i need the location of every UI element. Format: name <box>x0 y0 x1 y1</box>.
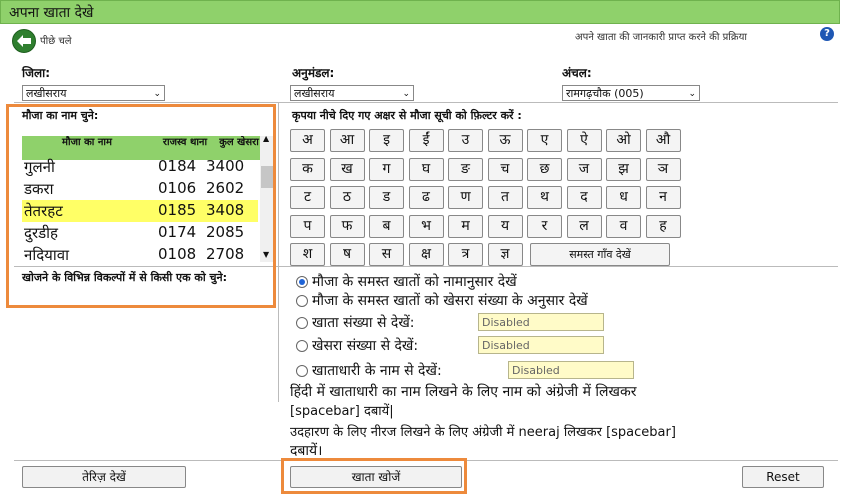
letter-key[interactable]: छ <box>527 157 562 181</box>
highlight-box <box>281 458 467 494</box>
back-link[interactable]: पीछे चले <box>40 33 72 47</box>
letter-key[interactable]: ब <box>369 214 404 238</box>
letter-key[interactable]: ऐ <box>566 129 602 152</box>
filter-heading: कृपया नीचे दिए गए अक्षर से मौजा सूची को … <box>292 109 522 122</box>
letter-key[interactable]: च <box>487 157 523 181</box>
option-label: मौजा के समस्त खातों को नामानुसार देखें <box>312 274 517 290</box>
letter-key[interactable]: ल <box>566 214 602 238</box>
back-arrow-icon[interactable] <box>12 29 36 53</box>
letter-key[interactable]: य <box>487 214 523 238</box>
all-villages-button[interactable]: समस्त गाँव देखें <box>530 243 670 266</box>
circle-value: रामगढ़चौक (005) <box>566 87 644 100</box>
option-khata-number[interactable]: खाता संख्या से देखें: <box>296 313 415 332</box>
option-owner-name[interactable]: खाताधारी के नाम से देखें: <box>296 361 442 380</box>
letter-key[interactable]: ञ <box>645 157 681 181</box>
title-bar: अपना खाता देखे <box>0 0 840 24</box>
letter-key[interactable]: प <box>290 214 325 238</box>
letter-key[interactable]: ज्ञ <box>487 243 523 266</box>
letter-key[interactable]: ठ <box>329 186 365 209</box>
district-label: जिला: <box>22 66 51 80</box>
letter-key[interactable]: ऊ <box>487 129 523 152</box>
letter-key[interactable]: स <box>369 243 404 266</box>
letter-key[interactable]: क्ष <box>408 243 444 266</box>
district-select[interactable]: लखीसराय ⌄ <box>22 85 165 101</box>
letter-key[interactable]: श <box>290 243 325 266</box>
letter-key[interactable]: इ <box>369 129 404 152</box>
letter-key[interactable]: ओ <box>606 129 641 152</box>
letter-key[interactable]: क <box>290 157 325 181</box>
district-value: लखीसराय <box>26 87 67 100</box>
help-line-1: हिंदी में खाताधारी का नाम लिखने के लिए न… <box>290 384 637 400</box>
reset-button[interactable]: Reset <box>742 466 824 488</box>
letter-key[interactable]: म <box>448 214 483 238</box>
letter-key[interactable]: ड <box>369 186 404 209</box>
letter-key[interactable]: ए <box>527 129 562 152</box>
letter-key[interactable]: द <box>566 186 602 209</box>
letter-key[interactable]: ह <box>645 214 681 238</box>
letter-key[interactable]: झ <box>606 157 641 181</box>
divider <box>278 102 279 402</box>
letter-key[interactable]: भ <box>408 214 444 238</box>
letter-key[interactable]: ग <box>369 157 404 181</box>
option-label: खेसरा संख्या से देखें: <box>312 338 419 354</box>
help-line-3: उदहारण के लिए नीरज लिखने के लिए अंग्रेजी… <box>290 425 676 440</box>
chevron-down-icon: ⌄ <box>402 89 410 99</box>
option-khesra-number[interactable]: खेसरा संख्या से देखें: <box>296 336 418 355</box>
chevron-down-icon: ⌄ <box>153 89 161 99</box>
radio-icon[interactable] <box>296 365 308 377</box>
process-link[interactable]: अपने खाता की जानकारी प्राप्त करने की प्र… <box>575 29 747 43</box>
khata-number-input[interactable]: Disabled <box>478 313 604 331</box>
letter-key[interactable]: न <box>645 186 681 209</box>
letter-key[interactable]: त्र <box>448 243 483 266</box>
circle-select[interactable]: रामगढ़चौक (005) ⌄ <box>562 85 700 101</box>
letter-key[interactable]: र <box>527 214 562 238</box>
divider <box>14 102 838 103</box>
subdivision-select[interactable]: लखीसराय ⌄ <box>290 85 414 101</box>
radio-checked-icon[interactable] <box>296 276 308 288</box>
option-by-khesra[interactable]: मौजा के समस्त खातों को खेसरा संख्या के अ… <box>296 291 588 310</box>
circle-label: अंचल: <box>562 66 592 80</box>
letter-key[interactable]: ष <box>329 243 365 266</box>
letter-key[interactable]: ज <box>566 157 602 181</box>
option-label: खाता संख्या से देखें: <box>312 315 415 331</box>
letter-key[interactable]: ध <box>606 186 641 209</box>
letter-key[interactable]: ख <box>329 157 365 181</box>
options-label: खोजने के विभिन्न विकल्पों में से किसी एक… <box>22 271 227 284</box>
letter-key[interactable]: आ <box>329 129 365 152</box>
letter-key[interactable]: अ <box>290 129 325 152</box>
chevron-down-icon: ⌄ <box>688 89 696 99</box>
radio-icon[interactable] <box>296 295 308 307</box>
khesra-number-input[interactable]: Disabled <box>478 336 604 354</box>
letter-key[interactable]: घ <box>408 157 444 181</box>
option-label: खाताधारी के नाम से देखें: <box>312 363 442 379</box>
letter-key[interactable]: ङ <box>448 157 483 181</box>
subdivision-value: लखीसराय <box>294 87 335 100</box>
letter-key[interactable]: उ <box>448 129 483 152</box>
page-title: अपना खाता देखे <box>9 5 94 21</box>
radio-icon[interactable] <box>296 317 308 329</box>
letter-key[interactable]: ट <box>290 186 325 209</box>
subdivision-label: अनुमंडल: <box>292 66 335 80</box>
owner-name-input[interactable]: Disabled <box>508 361 634 379</box>
option-label: मौजा के समस्त खातों को खेसरा संख्या के अ… <box>312 293 588 309</box>
letter-key[interactable]: ईं <box>408 129 444 152</box>
letter-key[interactable]: ढ <box>408 186 444 209</box>
help-icon[interactable]: ? <box>820 27 834 41</box>
letter-key[interactable]: फ <box>329 214 365 238</box>
letter-key[interactable]: थ <box>527 186 562 209</box>
help-line-2: [spacebar] दबायें| <box>290 404 394 419</box>
letter-key[interactable]: व <box>606 214 641 238</box>
map-view-button[interactable]: तेरिज़ देखें <box>22 466 186 488</box>
letter-key[interactable]: औ <box>645 129 681 152</box>
letter-key[interactable]: ण <box>448 186 483 209</box>
letter-key[interactable]: त <box>487 186 523 209</box>
option-by-name[interactable]: मौजा के समस्त खातों को नामानुसार देखें <box>296 272 517 291</box>
radio-icon[interactable] <box>296 340 308 352</box>
